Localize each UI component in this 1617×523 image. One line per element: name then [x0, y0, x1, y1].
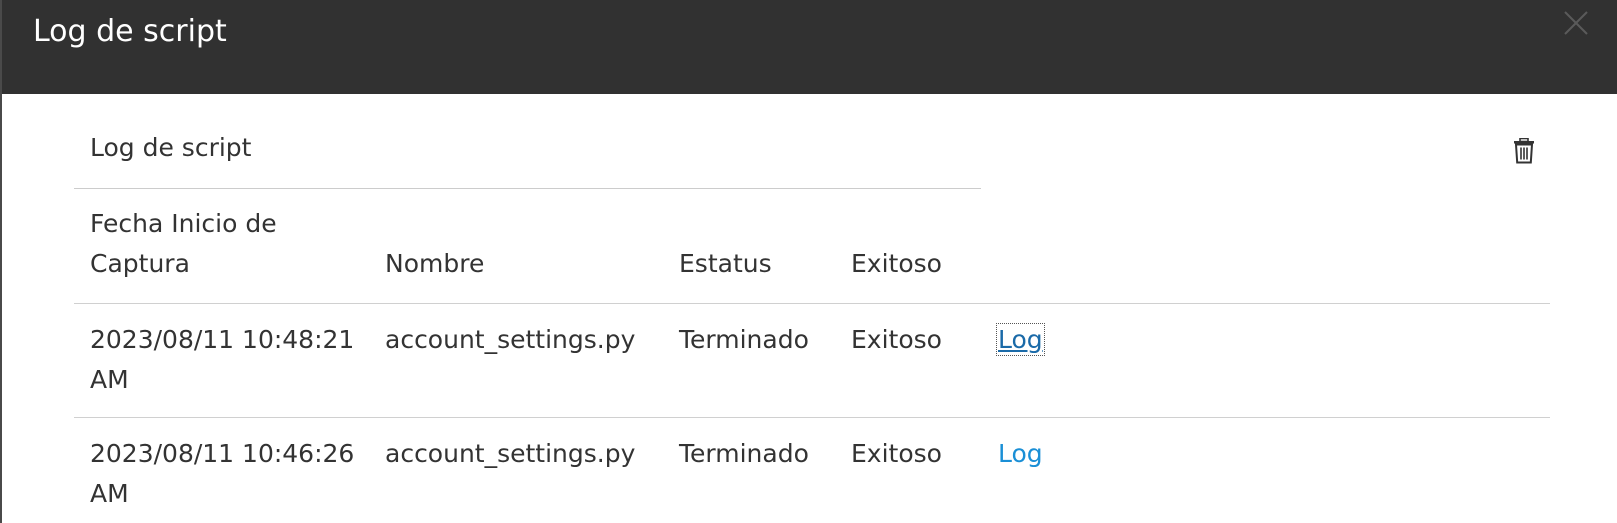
row-success: Exitoso: [851, 439, 942, 468]
script-log-table: Fecha Inicio de Captura Nombre Estatus E…: [74, 200, 1550, 523]
row-status: Terminado: [679, 439, 809, 468]
column-header-status: Estatus: [679, 249, 772, 278]
table-header-row: Fecha Inicio de Captura Nombre Estatus E…: [74, 200, 1550, 304]
divider: [74, 188, 981, 189]
row-name: account_settings.py: [385, 439, 636, 468]
row-date: 2023/08/11 10:46:26 AM: [90, 439, 355, 508]
close-icon: [1564, 11, 1588, 35]
table-row: 2023/08/11 10:46:26 AM account_settings.…: [74, 418, 1550, 523]
row-name: account_settings.py: [385, 325, 636, 354]
dialog-title: Log de script: [33, 14, 227, 49]
view-log-link[interactable]: Log: [996, 323, 1045, 356]
close-button[interactable]: [1561, 8, 1591, 38]
trash-icon: [1514, 138, 1534, 164]
delete-logs-button[interactable]: [1512, 138, 1536, 164]
column-header-success: Exitoso: [851, 249, 942, 278]
table-row: 2023/08/11 10:48:21 AM account_settings.…: [74, 304, 1550, 418]
row-status: Terminado: [679, 325, 809, 354]
card-title: Log de script: [90, 133, 252, 162]
script-log-dialog: Log de script Log de script Fecha Inicio…: [0, 0, 1617, 523]
row-success: Exitoso: [851, 325, 942, 354]
dialog-header: Log de script: [2, 0, 1617, 94]
column-header-date: Fecha Inicio de Captura: [90, 209, 277, 278]
column-header-name: Nombre: [385, 249, 485, 278]
row-date: 2023/08/11 10:48:21 AM: [90, 325, 355, 394]
view-log-link[interactable]: Log: [998, 439, 1043, 468]
